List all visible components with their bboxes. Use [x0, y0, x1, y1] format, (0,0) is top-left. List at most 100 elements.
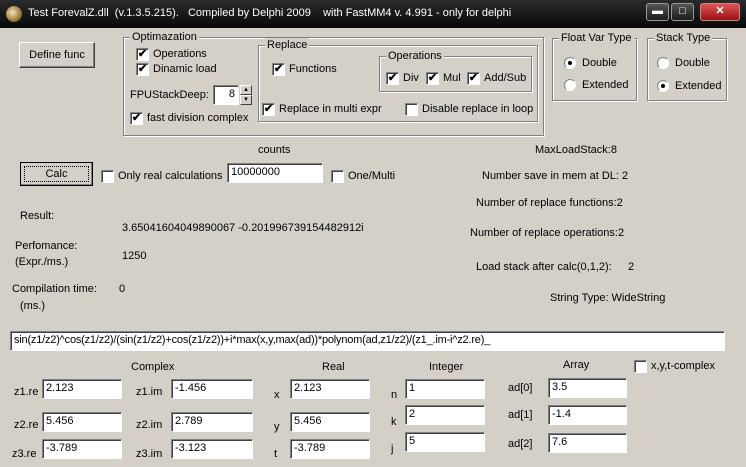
app-icon[interactable]: [6, 6, 22, 22]
complex-re-label: z2.re: [14, 419, 39, 431]
dinamic-load-checkbox[interactable]: ✔ Dinamic load: [136, 63, 217, 76]
compilation-unit: (ms.): [20, 300, 46, 312]
focus-rect: [24, 166, 89, 182]
minimize-icon: ▬: [652, 5, 663, 17]
replace-multi-expr-checkbox[interactable]: ✔ Replace in multi expr: [262, 103, 382, 116]
functions-checkbox[interactable]: ✔ Functions: [272, 63, 337, 76]
one-multi-check: [331, 170, 344, 183]
array-input[interactable]: -1.4: [548, 405, 627, 425]
maximize-button[interactable]: □: [671, 3, 694, 21]
minimize-button[interactable]: ▬: [646, 3, 669, 21]
performance-value: 1250: [122, 250, 147, 262]
array-label: ad[0]: [508, 382, 533, 394]
complex-im-label: z3.im: [136, 448, 163, 460]
integer-header: Integer: [429, 361, 464, 373]
float-extended-dot: [564, 79, 576, 91]
real-input[interactable]: -3.789: [290, 439, 370, 459]
result-value: 3.65041604049890067 -0.20199673915448291…: [122, 222, 364, 234]
real-input[interactable]: 5.456: [290, 412, 370, 432]
mul-checkbox[interactable]: ✔ Mul: [426, 72, 461, 85]
operations-title: Operations: [386, 49, 444, 63]
fpu-stack-label: FPUStackDeep:: [130, 89, 209, 101]
performance-label: Perfomance:: [15, 240, 78, 252]
only-real-check: [101, 170, 114, 183]
complex-header: Complex: [131, 361, 175, 373]
real-label: t: [274, 448, 278, 460]
stack-extended-radio[interactable]: Extended: [657, 80, 721, 93]
max-load-stack: MaxLoadStack:8: [535, 144, 617, 156]
integer-label: j: [391, 443, 394, 455]
operations-checkbox[interactable]: ✔ Operations: [136, 48, 207, 61]
stack-double-radio[interactable]: Double: [657, 57, 710, 70]
complex-im-label: z2.im: [136, 419, 163, 431]
counts-input[interactable]: 10000000: [227, 163, 323, 183]
float-double-dot: [564, 57, 576, 69]
disable-replace-loop-checkbox[interactable]: Disable replace in loop: [405, 103, 533, 116]
disable-replace-loop-check: [405, 103, 418, 116]
replace-functions-count: Number of replace functions:2: [476, 197, 623, 209]
close-icon: ✕: [715, 5, 725, 17]
number-save-mem: Number save in mem at DL: 2: [482, 170, 629, 182]
div-checkbox[interactable]: ✔ Div: [386, 72, 419, 85]
counts-label: counts: [258, 144, 291, 156]
spin-down-icon[interactable]: ▼: [240, 95, 252, 105]
complex-im-input[interactable]: -1.456: [171, 379, 253, 399]
xyt-complex-check: [634, 360, 647, 373]
performance-unit: (Expr./ms.): [15, 256, 69, 268]
xyt-complex-checkbox[interactable]: x,y,t-complex: [634, 360, 715, 373]
optimazation-title: Optimazation: [130, 30, 199, 44]
fpu-stack-input[interactable]: 8: [213, 85, 239, 105]
integer-label: k: [391, 416, 397, 428]
complex-re-input[interactable]: 5.456: [42, 412, 122, 432]
operations-check: ✔: [136, 48, 149, 61]
define-func-button[interactable]: Define func: [19, 42, 95, 68]
complex-im-label: z1.im: [136, 386, 163, 398]
only-real-checkbox[interactable]: Only real calculations: [101, 170, 223, 183]
replace-multi-expr-check: ✔: [262, 103, 275, 116]
addsub-check: ✔: [467, 72, 480, 85]
string-type: String Type: WideString: [550, 292, 666, 304]
complex-re-label: z1.re: [14, 386, 39, 398]
float-double-radio[interactable]: Double: [564, 57, 617, 70]
stack-extended-dot: [657, 80, 669, 92]
array-input[interactable]: 3.5: [548, 378, 627, 398]
integer-input[interactable]: 5: [405, 432, 485, 452]
compilation-value: 0: [119, 283, 126, 295]
dinamic-load-check: ✔: [136, 63, 149, 76]
replace-operations-count: Number of replace operations:2: [470, 227, 625, 239]
integer-input[interactable]: 1: [405, 379, 485, 399]
real-label: x: [274, 389, 280, 401]
addsub-checkbox[interactable]: ✔ Add/Sub: [467, 72, 526, 85]
replace-title: Replace: [265, 38, 310, 52]
mul-check: ✔: [426, 72, 439, 85]
window-title: Test ForevalZ.dll (v.1.3.5.215). Compile…: [28, 7, 512, 19]
fpu-stack-spinner[interactable]: ▲ ▼: [240, 85, 252, 105]
complex-im-input[interactable]: -3.123: [171, 439, 253, 459]
real-header: Real: [322, 361, 345, 373]
array-input[interactable]: 7.6: [548, 433, 627, 453]
stack-double-dot: [657, 57, 669, 69]
spin-up-icon[interactable]: ▲: [240, 85, 252, 95]
array-header: Array: [563, 359, 590, 371]
fast-division-check: ✔: [130, 112, 143, 125]
fast-division-checkbox[interactable]: ✔ fast division complex: [130, 112, 249, 125]
real-label: y: [274, 421, 280, 433]
integer-label: n: [391, 389, 398, 401]
load-stack-after-label: Load stack after calc(0,1,2):: [476, 261, 612, 273]
functions-check: ✔: [272, 63, 285, 76]
one-multi-checkbox[interactable]: One/Multi: [331, 170, 395, 183]
div-check: ✔: [386, 72, 399, 85]
load-stack-after-value: 2: [628, 261, 635, 273]
complex-re-input[interactable]: 2.123: [42, 379, 122, 399]
calc-button[interactable]: Calc: [20, 162, 93, 186]
complex-im-input[interactable]: 2.789: [171, 412, 253, 432]
float-extended-radio[interactable]: Extended: [564, 79, 628, 92]
integer-input[interactable]: 2: [405, 405, 485, 425]
expression-input[interactable]: sin(z1/z2)^cos(z1/z2)/(sin(z1/z2)+cos(z1…: [10, 331, 725, 351]
array-label: ad[1]: [508, 409, 533, 421]
real-input[interactable]: 2.123: [290, 379, 370, 399]
complex-re-input[interactable]: -3.789: [42, 439, 122, 459]
close-button[interactable]: ✕: [700, 3, 740, 21]
compilation-label: Compilation time:: [12, 283, 97, 295]
title-bar: Test ForevalZ.dll (v.1.3.5.215). Compile…: [0, 0, 746, 28]
